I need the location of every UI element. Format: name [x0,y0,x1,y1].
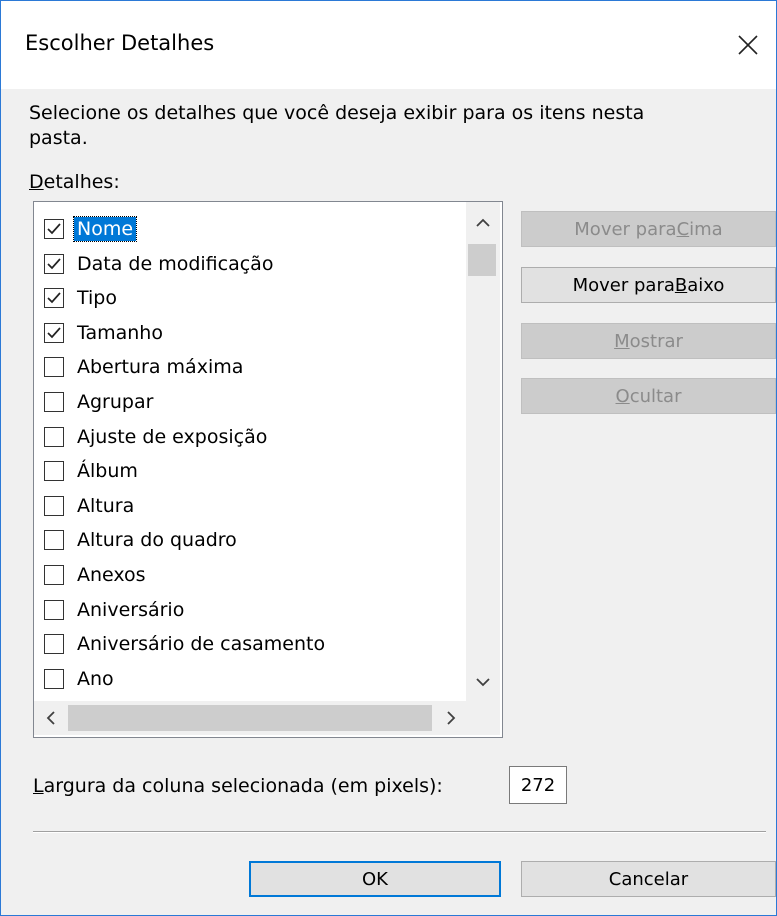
chevron-down-icon [476,678,490,687]
list-item[interactable]: Data de modificação [44,249,276,279]
item-label: Álbum [77,460,138,483]
vertical-scrollbar[interactable] [466,202,500,701]
item-label: Tamanho [77,321,163,344]
item-checkbox[interactable] [44,357,64,378]
item-checkbox[interactable] [44,392,64,412]
list-item[interactable]: Tamanho [44,318,166,348]
scroll-up-button[interactable] [466,208,500,238]
chevron-right-icon [447,711,456,725]
checkmark-icon [47,258,61,269]
column-width-input[interactable]: 272 [509,766,567,804]
list-item[interactable]: Anexos [44,560,149,590]
item-label: Data de modificação [77,252,274,275]
item-checkbox[interactable] [44,495,64,516]
item-label: Nome [72,216,138,242]
item-label: Abertura máxima [77,356,244,379]
move-down-button[interactable]: Mover para Baixo [521,267,776,303]
horizontal-scrollbar[interactable] [34,701,500,735]
details-listbox[interactable]: Nome Data de modificação Tipo Tamanho Abertu… [33,201,503,738]
scroll-right-button[interactable] [434,701,468,735]
item-label: Aniversário de casamento [77,633,326,656]
list-item[interactable]: Altura do quadro [44,525,240,555]
footer-separator [33,831,766,833]
dialog-title: Escolher Detalhes [25,31,215,55]
list-item[interactable]: Agrupar [44,387,156,417]
list-item[interactable]: Ajuste de exposição [44,422,270,452]
choose-details-dialog: Escolher Detalhes Selecione os detalhes … [0,0,777,916]
item-checkbox[interactable] [44,253,64,274]
item-checkbox[interactable] [44,322,64,343]
title-bar: Escolher Detalhes [1,1,776,89]
move-up-button[interactable]: Mover para Cima [521,211,776,247]
item-label: Anexos [77,564,146,586]
details-list-label: Detalhes: [29,171,120,193]
item-label: Ajuste de exposição [77,425,268,448]
chevron-up-icon [476,218,490,227]
scroll-left-button[interactable] [34,701,68,735]
item-checkbox[interactable] [44,288,64,309]
list-item[interactable]: Tipo [44,283,120,313]
item-label: Agrupar [77,391,154,413]
item-checkbox[interactable] [44,634,64,655]
item-label: Altura do quadro [77,529,237,552]
item-label: Aniversário [77,598,185,621]
checkmark-icon [47,223,61,235]
item-checkbox[interactable] [44,426,64,447]
list-item[interactable]: Álbum [44,456,141,486]
list-item[interactable]: Aniversário de casamento [44,629,328,659]
vertical-scroll-thumb[interactable] [468,244,496,276]
item-label: Tipo [77,287,117,310]
checkmark-icon [47,292,61,304]
chevron-left-icon [46,711,55,725]
dialog-description: Selecione os detalhes que você deseja ex… [29,102,645,149]
horizontal-scroll-thumb[interactable] [68,705,432,731]
item-checkbox[interactable] [44,530,64,551]
list-item[interactable]: Aniversário [44,595,187,625]
scroll-down-button[interactable] [466,667,500,697]
list-item[interactable]: Ano [44,664,117,694]
close-icon [738,35,758,55]
item-checkbox[interactable] [44,565,64,585]
item-checkbox[interactable] [44,461,64,482]
item-checkbox[interactable] [44,599,64,620]
item-label: Ano [77,667,114,690]
list-item[interactable]: Abertura máxima [44,352,246,382]
show-button[interactable]: Mostrar [521,323,776,359]
column-width-label: Largura da coluna selecionada (em pixels… [33,775,443,797]
item-label: Altura [77,494,135,517]
list-item[interactable]: Nome [44,214,138,244]
hide-button[interactable]: Ocultar [521,378,776,414]
ok-button[interactable]: OK [249,861,501,897]
cancel-button[interactable]: Cancelar [521,861,776,897]
list-item[interactable]: Altura [44,491,137,521]
item-checkbox[interactable] [44,668,64,689]
item-checkbox[interactable] [44,219,64,239]
close-button[interactable] [728,25,768,65]
checkmark-icon [47,327,61,339]
